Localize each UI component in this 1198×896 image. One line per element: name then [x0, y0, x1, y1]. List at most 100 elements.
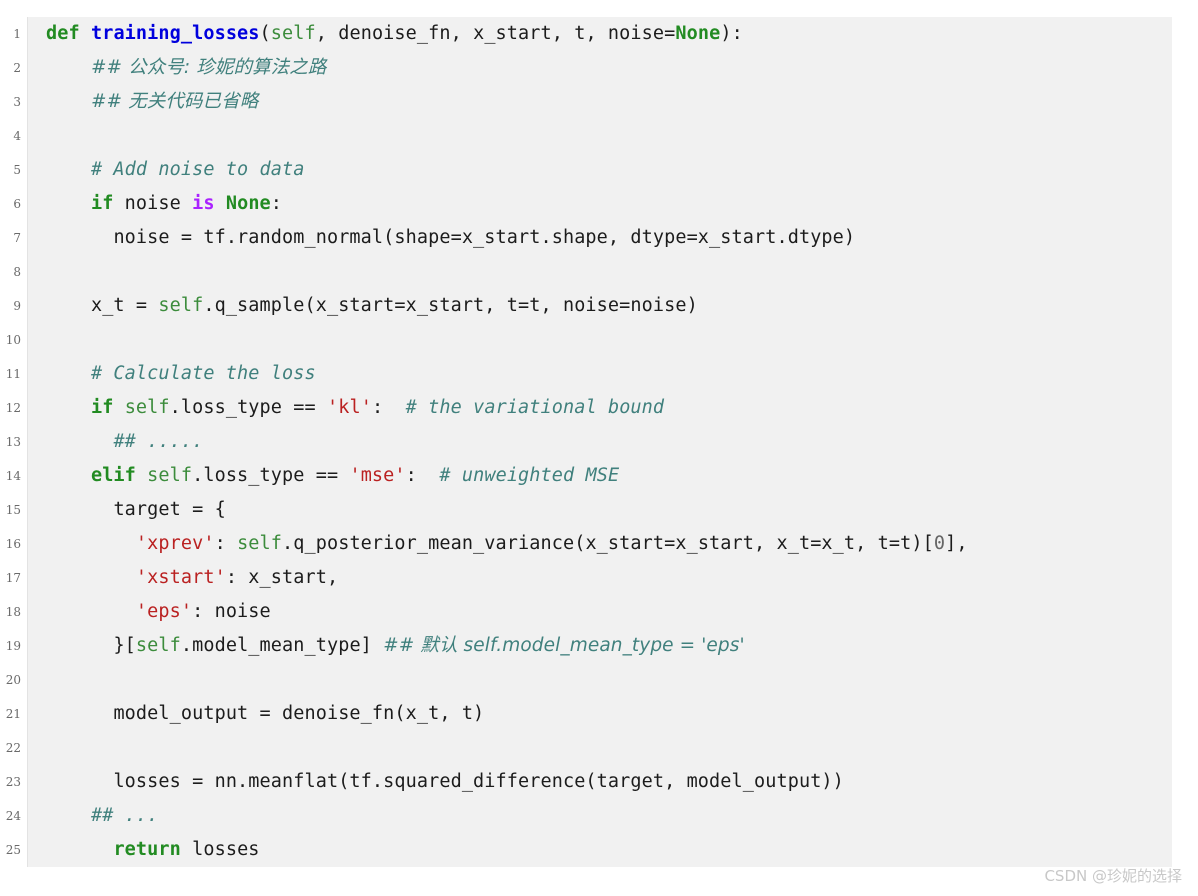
token-comment: ## 公众号: 珍妮的算法之路 [90, 57, 327, 78]
code-line: 'xprev': self.q_posterior_mean_variance(… [46, 527, 1162, 561]
token-comment: ## 无关代码已省略 [90, 91, 259, 112]
token-string: 'kl' [326, 397, 372, 418]
code-line: target = { [46, 493, 1162, 527]
line-number: 21 [5, 707, 21, 721]
code-line: # Add noise to data [46, 153, 1162, 187]
line-number: 24 [5, 809, 21, 823]
code-line: ## ..... [46, 425, 1162, 459]
line-number: 3 [13, 95, 21, 109]
line-number: 14 [5, 469, 21, 483]
token-colon: : [270, 193, 283, 214]
token-self: self [270, 23, 316, 44]
code-line: 'eps': noise [46, 595, 1162, 629]
token-comment: ## ... [90, 805, 159, 826]
line-number: 6 [13, 197, 21, 211]
token-identifier: noise [113, 193, 193, 214]
code-line: elif self.loss_type == 'mse': # unweight… [46, 459, 1162, 493]
code-line: ## 公众号: 珍妮的算法之路 [46, 51, 1162, 85]
token-brace-index: }[ [113, 635, 136, 656]
token-string: 'eps' [135, 601, 193, 622]
token-colon: : [371, 397, 384, 418]
token-keyword-none: None [675, 23, 721, 44]
line-number: 1 [13, 27, 21, 41]
token-keyword-elif: elif [90, 465, 136, 486]
code-line: if self.loss_type == 'kl': # the variati… [46, 391, 1162, 425]
token-string: 'xprev' [135, 533, 215, 554]
token-statement: noise = tf.random_normal(shape=x_start.s… [113, 227, 856, 248]
line-number: 19 [5, 639, 21, 653]
token-colon: : [405, 465, 417, 486]
token-self: self [147, 465, 193, 486]
line-number: 9 [13, 299, 21, 313]
line-number: 11 [5, 367, 21, 381]
token-string: 'xstart' [135, 567, 226, 588]
line-number: 20 [5, 673, 21, 687]
token-attribute: .loss_type == [169, 397, 327, 418]
token-call: .q_sample(x_start=x_start, t=t, noise=no… [203, 295, 698, 316]
token-comment: ## 默认 self.model_mean_type = 'eps' [383, 635, 745, 656]
token-self: self [237, 533, 283, 554]
line-number: 22 [5, 741, 21, 755]
code-line: }[self.model_mean_type] ## 默认 self.model… [46, 629, 1162, 663]
token-self: self [124, 397, 170, 418]
line-number: 2 [13, 61, 21, 75]
token-separator: : [214, 533, 238, 554]
code-surface: 1 2 3 4 5 6 7 8 9 10 11 12 13 14 15 16 1… [0, 17, 1198, 867]
token-keyword-if: if [90, 193, 114, 214]
line-number: 13 [5, 435, 21, 449]
token-paren-close: ): [720, 23, 743, 44]
code-line: # Calculate the loss [46, 357, 1162, 391]
line-number: 4 [13, 129, 21, 143]
code-line: noise = tf.random_normal(shape=x_start.s… [46, 221, 1162, 255]
token-comment: # Add noise to data [90, 159, 305, 180]
token-comment: # the variational bound [405, 397, 665, 418]
token-string: 'mse' [349, 465, 406, 486]
code-line: ## 无关代码已省略 [46, 85, 1162, 119]
code-block: 1 2 3 4 5 6 7 8 9 10 11 12 13 14 15 16 1… [0, 0, 1198, 896]
line-number: 7 [13, 231, 21, 245]
line-number-gutter: 1 2 3 4 5 6 7 8 9 10 11 12 13 14 15 16 1… [0, 17, 28, 867]
token-comment: # unweighted MSE [439, 465, 620, 486]
token-paren-open: ( [259, 23, 271, 44]
code-line: losses = nn.meanflat(tf.squared_differen… [46, 765, 1162, 799]
token-value: : x_start, [225, 567, 339, 588]
line-number: 23 [5, 775, 21, 789]
code-line: x_t = self.q_sample(x_start=x_start, t=t… [46, 289, 1162, 323]
token-keyword-return: return [113, 839, 181, 860]
token-keyword-is: is [192, 193, 215, 214]
code-line: return losses [46, 833, 1162, 867]
code-content[interactable]: def training_losses(self, denoise_fn, x_… [28, 17, 1172, 867]
token-call: .q_posterior_mean_variance(x_start=x_sta… [282, 533, 934, 554]
token-attribute: .model_mean_type] [180, 635, 384, 656]
token-statement: model_output = denoise_fn(x_t, t) [113, 703, 485, 724]
line-number: 8 [13, 265, 21, 279]
line-number: 12 [5, 401, 21, 415]
line-number: 18 [5, 605, 21, 619]
token-statement: target = { [113, 499, 226, 520]
line-number: 25 [5, 843, 21, 857]
token-self: self [158, 295, 204, 316]
line-number: 5 [13, 163, 21, 177]
token-keyword-if: if [90, 397, 114, 418]
line-number: 16 [5, 537, 21, 551]
line-number: 17 [5, 571, 21, 585]
code-line: def training_losses(self, denoise_fn, x_… [46, 17, 1162, 51]
token-keyword-def: def [46, 23, 80, 44]
token-comment: ## ..... [113, 431, 204, 452]
token-identifier: losses [180, 839, 260, 860]
token-number: 0 [933, 533, 946, 554]
token-function-name: training_losses [90, 23, 260, 44]
token-keyword-none: None [225, 193, 271, 214]
token-args: , denoise_fn, x_start, t, noise= [315, 23, 676, 44]
